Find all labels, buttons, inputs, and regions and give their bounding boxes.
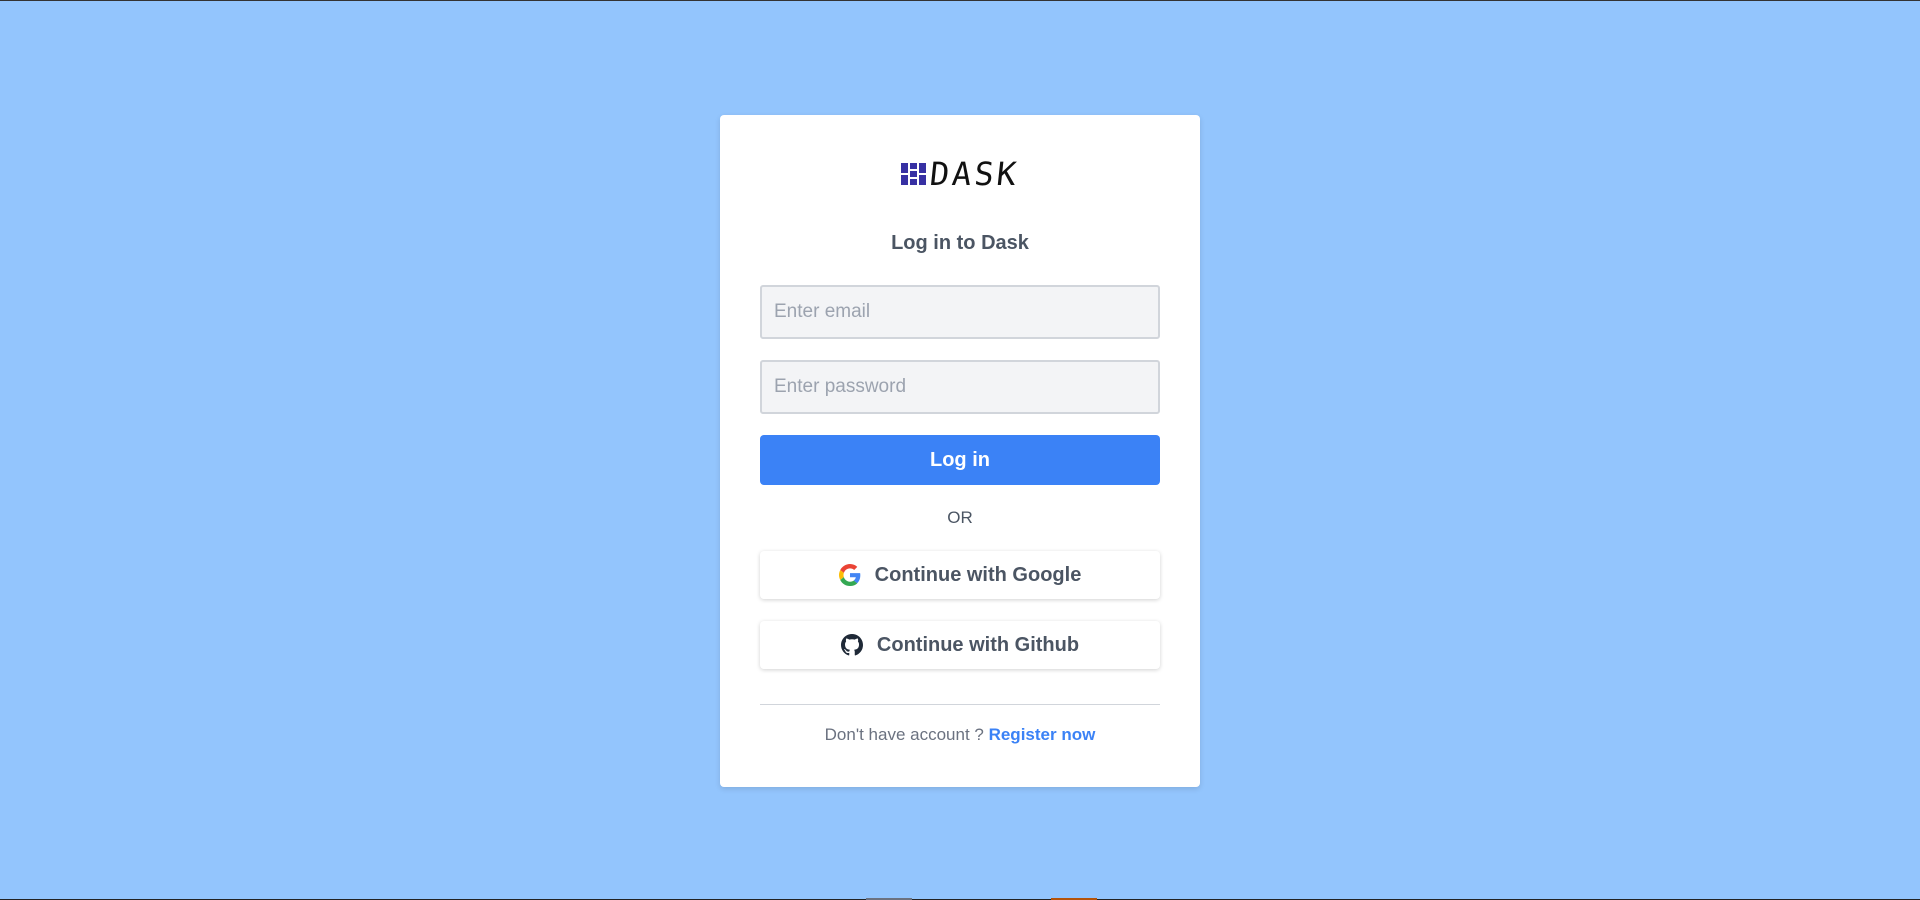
- login-card: DASK Log in to Dask Log in OR Continue w…: [720, 115, 1200, 787]
- google-icon: [838, 564, 860, 586]
- google-button-label: Continue with Google: [874, 563, 1082, 586]
- page-title: Log in to Dask: [891, 232, 1029, 254]
- login-button[interactable]: Log in: [760, 435, 1160, 485]
- login-page: DASK Log in to Dask Log in OR Continue w…: [0, 0, 1920, 900]
- register-link[interactable]: Register now: [989, 725, 1096, 744]
- google-login-button[interactable]: Continue with Google: [760, 551, 1160, 599]
- or-separator: OR: [947, 508, 973, 527]
- github-icon: [840, 634, 863, 656]
- divider: [760, 704, 1160, 705]
- register-prompt-text: Don't have account ?: [824, 725, 989, 744]
- password-input[interactable]: [760, 360, 1160, 414]
- dask-logo: DASK: [720, 155, 1200, 193]
- logo-wordmark: DASK: [928, 155, 1022, 193]
- register-prompt: Don't have account ? Register now: [720, 725, 1200, 745]
- dask-logo-icon: [901, 163, 927, 185]
- github-login-button[interactable]: Continue with Github: [760, 621, 1160, 669]
- github-button-label: Continue with Github: [876, 633, 1080, 656]
- email-input[interactable]: [760, 285, 1160, 339]
